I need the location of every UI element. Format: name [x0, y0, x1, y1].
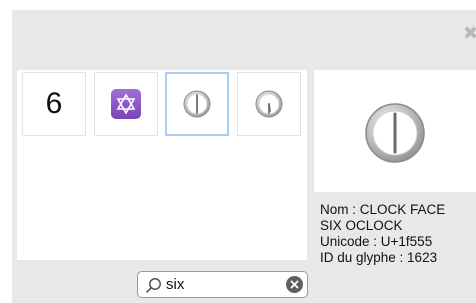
- six-pointed-star-icon: [111, 89, 141, 119]
- glyph-name-line: SIX OCLOCK: [320, 218, 403, 233]
- glyph-result-item[interactable]: [165, 72, 229, 136]
- close-icon[interactable]: ✖: [463, 24, 476, 42]
- glyph-name-line: Nom : CLOCK FACE: [320, 202, 446, 217]
- clock-six-oclock-icon: [183, 90, 211, 118]
- search-icon: [146, 278, 161, 293]
- glyph-info: Nom : CLOCK FACE SIX OCLOCK Unicode : U+…: [320, 202, 476, 266]
- glyph-result-item[interactable]: [94, 72, 158, 136]
- glyph-result-item[interactable]: 6: [22, 72, 86, 136]
- glyph-char: 6: [45, 87, 63, 120]
- clock-six-oclock-icon: [365, 103, 425, 163]
- clock-six-thirty-icon: [255, 90, 283, 118]
- search-input[interactable]: [166, 275, 276, 294]
- glyph-result-item[interactable]: [237, 72, 301, 136]
- glyph-id: ID du glyphe : 1623: [320, 250, 438, 265]
- glyph-preview: [314, 70, 476, 192]
- glyph-unicode: Unicode : U+1f555: [320, 234, 433, 249]
- clear-icon[interactable]: [286, 276, 303, 293]
- search-field[interactable]: [137, 271, 308, 298]
